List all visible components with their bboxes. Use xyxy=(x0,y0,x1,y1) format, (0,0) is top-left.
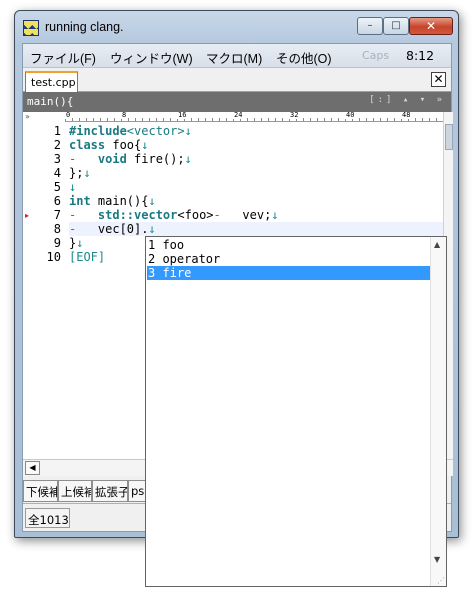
code-token: ↓ xyxy=(83,166,91,180)
menu-bar: ファイル(F) ウィンドウ(W) マクロ(M) その他(O) Caps 8:12 xyxy=(23,44,451,68)
code-token: ↓ xyxy=(141,138,149,152)
code-token: - xyxy=(69,222,98,236)
completion-popup[interactable]: 1 foo 2 operator 3 fire ▲ ▼ ⋰ xyxy=(145,236,447,587)
code-token: #include xyxy=(69,124,127,138)
code-token: void xyxy=(97,152,127,166)
tab-next-candidate[interactable]: 下候補 xyxy=(23,480,58,502)
code-token: ↓ xyxy=(148,222,156,236)
ruler-label: 24 xyxy=(233,112,244,119)
code-token: class xyxy=(69,138,106,152)
code-token: <foo> xyxy=(177,208,214,222)
tab-close-icon[interactable]: ✕ xyxy=(431,72,446,87)
code-token: - xyxy=(69,152,98,166)
code-line[interactable]: [EOF] xyxy=(69,250,105,264)
code-token: std::vector xyxy=(97,208,178,222)
ruler-label: 16 xyxy=(177,112,188,119)
ruler-label: 48 xyxy=(401,112,412,119)
close-button[interactable]: ✕ xyxy=(409,17,453,35)
line-number: 4 xyxy=(53,166,61,180)
tab-prev-candidate[interactable]: 上候補 xyxy=(58,480,92,502)
line-number: 9 xyxy=(53,236,61,250)
code-token: vev; xyxy=(242,208,272,222)
line-number: 6 xyxy=(53,194,61,208)
completion-scrollbar[interactable]: ▲ ▼ xyxy=(430,237,446,586)
vertical-scroll-thumb[interactable] xyxy=(445,124,453,150)
menu-other[interactable]: その他(O) xyxy=(276,48,332,67)
line-number: 5 xyxy=(53,180,61,194)
tab-extension[interactable]: 拡張子 xyxy=(92,480,128,502)
app-icon xyxy=(23,20,39,36)
code-token: - xyxy=(213,208,243,222)
window-title: running clang. xyxy=(45,20,124,34)
resize-grip-icon[interactable]: ⋰ xyxy=(437,576,445,585)
caps-indicator: Caps xyxy=(362,49,390,62)
code-token: <vector> xyxy=(126,124,185,138)
line-number: 10 xyxy=(46,250,61,264)
scroll-up-icon[interactable]: ▲ xyxy=(434,240,440,249)
code-token: int xyxy=(69,194,91,208)
code-line[interactable]: - vec[0].↓ xyxy=(69,222,156,236)
ruler-label: 0 xyxy=(65,112,72,119)
line-number: 2 xyxy=(53,138,61,152)
title-bar[interactable]: running clang. – □ ✕ xyxy=(15,11,458,43)
line-number: 1 xyxy=(53,124,61,138)
code-token: ↓ xyxy=(184,124,192,138)
code-token: foo{ xyxy=(105,138,142,152)
code-line[interactable]: int main(){↓ xyxy=(69,194,156,208)
completion-item[interactable]: 1 foo xyxy=(147,238,431,252)
ruler-label: 40 xyxy=(345,112,356,119)
scroll-down-icon[interactable]: ▼ xyxy=(434,555,440,564)
code-token: main(){ xyxy=(90,194,149,208)
function-bar-controls[interactable]: [:] ▴ ▾ » xyxy=(369,95,445,105)
clock: 8:12 xyxy=(406,48,435,63)
code-line[interactable]: };↓ xyxy=(69,166,91,180)
code-token: ↓ xyxy=(271,208,279,222)
code-line[interactable]: }↓ xyxy=(69,236,83,250)
code-token: }; xyxy=(69,166,84,180)
code-line[interactable]: class foo{↓ xyxy=(69,138,148,152)
function-bar[interactable]: main(){ [:] ▴ ▾ » xyxy=(23,92,451,112)
ruler-label: 32 xyxy=(289,112,300,119)
line-number: 7 xyxy=(53,208,61,222)
menu-window[interactable]: ウィンドウ(W) xyxy=(110,48,193,67)
maximize-button[interactable]: □ xyxy=(383,17,409,35)
tab-bar: test.cpp ✕ xyxy=(23,69,451,92)
menu-file[interactable]: ファイル(F) xyxy=(30,48,96,67)
status-cell: 全1013 xyxy=(25,508,70,528)
scroll-left-icon[interactable]: ◀ xyxy=(25,461,40,475)
completion-item[interactable]: 2 operator xyxy=(147,252,431,266)
menu-macro[interactable]: マクロ(M) xyxy=(206,48,262,67)
column-ruler: 0 8 16 24 32 40 48 xyxy=(65,112,443,122)
code-token: ↓ xyxy=(69,180,77,194)
line-number: 8 xyxy=(53,222,61,236)
completion-item-selected[interactable]: 3 fire xyxy=(147,266,431,280)
line-number: 3 xyxy=(53,152,61,166)
code-token: ↓ xyxy=(184,152,192,166)
code-token: ↓ xyxy=(148,194,156,208)
code-token: vec[0]. xyxy=(97,222,149,236)
bookmark-marker-icon: ▸ xyxy=(25,211,30,220)
code-line[interactable]: - void fire();↓ xyxy=(69,152,192,166)
tab-test-cpp[interactable]: test.cpp xyxy=(25,71,78,92)
code-line[interactable]: ↓ xyxy=(69,180,76,194)
code-token: [EOF] xyxy=(69,250,106,264)
code-line[interactable]: #include<vector>↓ xyxy=(69,124,192,138)
code-token: fire(); xyxy=(126,152,185,166)
ruler-corner-icon: » xyxy=(25,112,30,121)
code-token: - xyxy=(69,208,98,222)
function-name: main(){ xyxy=(27,95,74,108)
code-token: ↓ xyxy=(76,236,84,250)
minimize-button[interactable]: – xyxy=(357,17,383,35)
code-line[interactable]: - std::vector<foo>- vev;↓ xyxy=(69,208,279,222)
ruler-label: 8 xyxy=(121,112,128,119)
